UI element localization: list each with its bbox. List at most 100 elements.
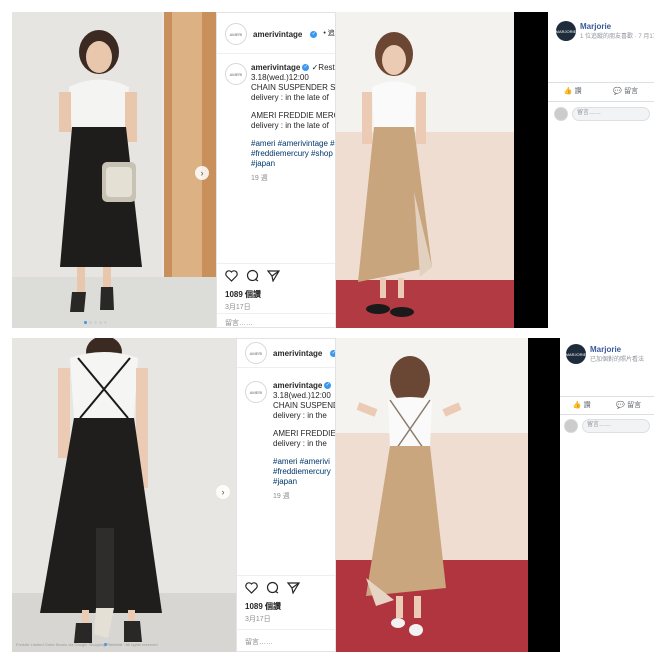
verified-icon: ✓ [302,64,310,72]
post1-instagram-panel: AMERI amerivintage ✓ • 追蹤 AMERI amerivin… [216,12,336,328]
divider [548,82,654,83]
fb2-header: MARJORIE Marjorie 已加個對的照片看法 [566,344,644,364]
fb2-action-bar: 👍 讚 💬 留言 [560,400,654,410]
follow-link[interactable]: • 追蹤 [323,29,335,39]
caption-line: 3.18(wed.)12:00 [251,73,309,82]
carousel-dots [84,321,107,324]
share-icon[interactable] [287,581,300,594]
caption-line: delivery : in the late of [251,93,329,102]
post1-photo-art [12,12,216,328]
hashtag-line[interactable]: #ameri #amerivintage # [251,139,335,149]
caption-line: CHAIN SUSPENDER SK [273,401,335,410]
hashtag-line[interactable]: #freddiemercury #shop [251,149,335,159]
like-button[interactable]: 👍 讚 [573,400,591,410]
carousel-next-button[interactable]: › [216,485,230,499]
divider [237,575,335,576]
avatar[interactable]: AMERI [245,342,267,364]
fb2-photo-art [336,338,528,652]
post2-caption: amerivintage ✓ 3.18(wed.)12:00 CHAIN SUSP… [273,381,336,501]
heart-icon[interactable] [245,581,258,594]
caption-line: delivery : in the [273,411,327,420]
fb2-photo[interactable] [336,338,528,652]
hashtag-line[interactable]: #japan [251,159,335,169]
avatar-label: MARJORIE [565,351,587,357]
fb1-comment-row: 留言…… [554,107,650,121]
comment-label: 留言 [624,88,639,95]
user-avatar [564,419,578,433]
comment-input[interactable]: 留言…… [582,419,650,433]
post1-header-username[interactable]: amerivintage [253,30,302,39]
comment-button[interactable]: 💬 留言 [613,86,638,96]
caption-line: delivery : in the [273,439,327,448]
heart-icon[interactable] [225,269,238,282]
avatar[interactable]: MARJORIE [566,344,586,364]
comment-input[interactable]: 留言…… [572,107,650,121]
post1-actions [225,269,280,282]
photo-viewer-backdrop [514,12,548,328]
avatar[interactable]: MARJORIE [556,21,576,41]
post2-instagram-panel: AMERI amerivintage ✓ AMERI amerivintage ✓… [236,338,336,652]
comment-icon[interactable] [246,269,259,282]
divider [560,414,654,415]
caption-username[interactable]: amerivintage [273,381,322,390]
like-count[interactable]: 1089 個讚 [225,289,261,300]
fb-post-subtitle: 1 位追蹤的朋友喜歡 · 7 月17日 [580,34,654,40]
post2-header-username[interactable]: amerivintage [273,349,322,358]
post2-photo-art [12,338,236,652]
comment-icon[interactable] [266,581,279,594]
caption-line: delivery : in the late of [251,121,329,130]
like-button[interactable]: 👍 讚 [564,86,582,96]
fb1-header: MARJORIE Marjorie 1 位追蹤的朋友喜歡 · 7 月17日 [556,21,654,41]
post1-caption: amerivintage✓ ✓Restock 3.18(wed.)12:00 C… [251,63,336,183]
avatar[interactable]: AMERI [225,23,247,45]
share-icon[interactable] [267,269,280,282]
fb1-action-bar: 👍 讚 💬 留言 [548,86,654,96]
like-count[interactable]: 1089 個讚 [245,601,281,612]
post1-photo[interactable]: › [12,12,216,328]
comment-button[interactable]: 💬 留言 [616,400,641,410]
post1-header: AMERI amerivintage ✓ • 追蹤 [225,23,335,45]
carousel-next-button[interactable]: › [195,166,209,180]
comment-input[interactable]: 留言…… [225,318,253,327]
caption-time: 19 週 [251,175,268,182]
divider [217,263,335,264]
hashtag-line[interactable]: #ameri #amerivi [273,457,335,467]
hashtag-line[interactable]: #freddiemercury [273,467,335,477]
post-date: 3月17日 [225,304,251,311]
divider [237,367,335,368]
caption-line: AMERI FREDDIE MERCURY [251,111,335,120]
post2-photo[interactable]: › Freddie Limited Order Boxes via Google… [12,338,236,652]
caption-suffix: ✓Restock [311,63,335,72]
caption-line: 3.18(wed.)12:00 [273,391,331,400]
verified-icon: ✓ [324,382,332,390]
caption-avatar[interactable]: AMERI [225,63,247,85]
comment-input[interactable]: 留言…… [245,637,273,647]
fb-author-name[interactable]: Marjorie [590,345,644,354]
fb1-panel: MARJORIE Marjorie 1 位追蹤的朋友喜歡 · 7 月17日 👍 … [548,12,654,328]
divider [237,629,335,630]
caption-line: CHAIN SUSPENDER SKIRT [251,83,336,92]
verified-icon: ✓ [310,30,318,38]
caption-username[interactable]: amerivintage [251,63,300,72]
fb1-photo[interactable] [336,12,514,328]
fb2-panel: MARJORIE Marjorie 已加個對的照片看法 👍 讚 💬 留言 留言…… [560,338,654,652]
divider [217,313,335,314]
fb1-photo-art [336,12,514,328]
post-date: 3月17日 [245,616,271,623]
post2-header: AMERI amerivintage ✓ [245,342,335,364]
like-label: 讚 [574,88,582,95]
hashtag-line[interactable]: #japan [273,477,335,487]
fb-author-name[interactable]: Marjorie [580,22,654,31]
photo-viewer-backdrop [528,338,560,652]
user-avatar [554,107,568,121]
avatar-label: MARJORIE [555,28,577,34]
caption-line: AMERI FREDDIE [273,429,336,438]
caption-time: 19 週 [273,493,290,500]
divider [560,396,654,397]
divider [548,101,654,102]
caption-avatar[interactable]: AMERI [245,381,267,403]
comment-label: 留言 [627,402,642,409]
post2-actions [245,581,300,594]
like-label: 讚 [583,402,591,409]
fb2-comment-row: 留言…… [564,419,650,433]
